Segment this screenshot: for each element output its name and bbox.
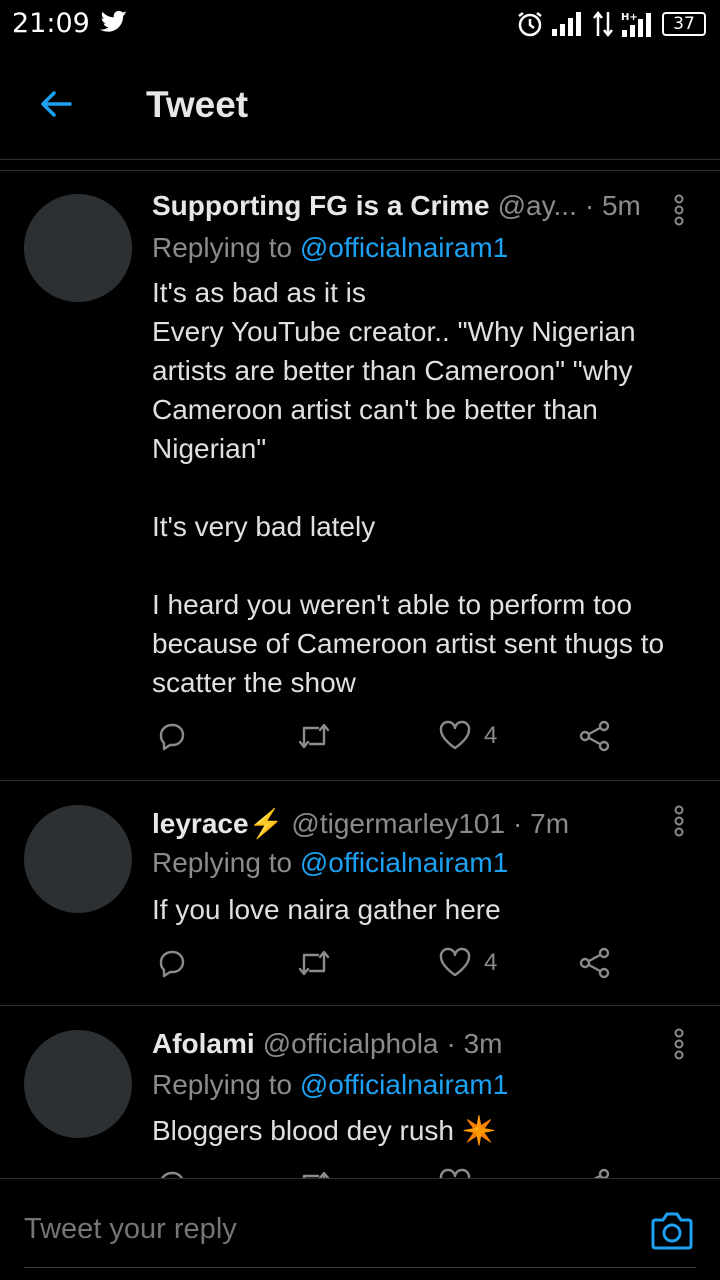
tweet-header: leyrace⚡ @tigermarley101 · 7m <box>152 807 648 840</box>
reply-button[interactable] <box>156 720 188 752</box>
mention-link[interactable]: @officialnairam1 <box>300 232 508 263</box>
heart-icon <box>439 947 471 977</box>
signal-icon <box>552 12 581 36</box>
tweet-actions: 4 <box>152 947 632 987</box>
share-icon <box>593 1168 610 1178</box>
like-button[interactable]: 4 <box>438 720 497 752</box>
retweet-button[interactable] <box>296 947 332 979</box>
heart-icon <box>439 720 471 750</box>
tweet-header: Supporting FG is a Crime @ay... · 5m <box>152 190 648 222</box>
tweet-3[interactable]: Afolami @officialphola · 3m Replying to … <box>0 1006 720 1178</box>
share-button[interactable] <box>578 720 612 752</box>
reply-composer <box>0 1178 720 1280</box>
svg-text:H+: H+ <box>621 12 638 23</box>
status-icons: H+ 37 <box>516 8 706 40</box>
more-options-icon[interactable] <box>672 805 686 837</box>
avatar[interactable] <box>24 194 132 302</box>
reply-icon <box>159 950 185 978</box>
replying-prefix: Replying to <box>152 1069 293 1100</box>
tweet-actions <box>152 1168 632 1178</box>
user-handle[interactable]: @officialphola <box>263 1028 439 1060</box>
more-options-icon[interactable] <box>672 194 686 226</box>
user-handle[interactable]: @ay... <box>498 190 577 222</box>
camera-icon[interactable] <box>650 1209 694 1251</box>
share-icon <box>579 720 610 752</box>
signal-h-plus-icon: H+ <box>621 12 651 37</box>
replying-prefix: Replying to <box>152 232 293 263</box>
page-title: Tweet <box>146 84 249 125</box>
reply-icon <box>159 723 185 751</box>
battery-level: 37 <box>673 14 695 34</box>
mention-link[interactable]: @officialnairam1 <box>300 1069 508 1100</box>
tweet-1[interactable]: Supporting FG is a Crime @ay... · 5m Rep… <box>0 170 720 780</box>
header: Tweet <box>0 50 720 160</box>
timestamp: · 3m <box>446 1028 503 1059</box>
like-button[interactable] <box>438 1168 472 1178</box>
like-button[interactable]: 4 <box>438 947 497 979</box>
status-time: 21:09 <box>12 8 90 39</box>
battery-indicator: 37 <box>662 12 706 36</box>
user-handle[interactable]: @tigermarley101 <box>291 808 505 840</box>
replying-prefix: Replying to <box>152 847 293 878</box>
retweet-icon <box>298 723 330 749</box>
reply-input[interactable] <box>24 1213 584 1246</box>
replying-to: Replying to @officialnairam1 <box>152 232 508 264</box>
retweet-button[interactable] <box>296 720 332 752</box>
more-options-icon[interactable] <box>672 1028 686 1060</box>
tweet-text: It's as bad as it is Every YouTube creat… <box>152 277 665 698</box>
avatar[interactable] <box>24 805 132 913</box>
retweet-button[interactable] <box>296 1168 332 1178</box>
reply-button[interactable] <box>156 1168 188 1178</box>
back-arrow-icon[interactable] <box>36 84 76 124</box>
mention-link[interactable]: @officialnairam1 <box>300 847 508 878</box>
timestamp: · 5m <box>584 190 641 221</box>
retweet-icon <box>302 1171 330 1178</box>
share-icon <box>579 947 610 979</box>
input-underline <box>24 1267 696 1268</box>
tweet-actions: 4 <box>152 720 632 760</box>
heart-icon <box>439 1168 471 1178</box>
display-name[interactable]: leyrace⚡ <box>152 807 283 840</box>
like-count: 4 <box>484 949 498 976</box>
avatar[interactable] <box>24 1030 132 1138</box>
like-count: 4 <box>484 722 498 749</box>
twitter-icon <box>100 10 127 32</box>
tweet-2[interactable]: leyrace⚡ @tigermarley101 · 7m Replying t… <box>0 781 720 1005</box>
tweet-text: Bloggers blood dey rush ✴️ <box>152 1115 497 1146</box>
alarm-icon <box>518 12 542 37</box>
display-name[interactable]: Afolami <box>152 1028 255 1060</box>
display-name[interactable]: Supporting FG is a Crime <box>152 190 490 222</box>
tweet-text: If you love naira gather here <box>152 894 501 925</box>
share-button[interactable] <box>578 947 612 979</box>
reply-button[interactable] <box>156 947 188 979</box>
data-transfer-icon <box>593 10 613 38</box>
timestamp: · 7m <box>513 808 570 839</box>
retweet-icon <box>298 950 330 976</box>
replying-to: Replying to @officialnairam1 <box>152 847 508 879</box>
status-bar: 21:09 H+ 37 <box>0 0 720 50</box>
share-button[interactable] <box>578 1168 612 1178</box>
reply-icon <box>161 1171 183 1178</box>
tweet-header: Afolami @officialphola · 3m <box>152 1028 648 1060</box>
replying-to: Replying to @officialnairam1 <box>152 1069 508 1101</box>
